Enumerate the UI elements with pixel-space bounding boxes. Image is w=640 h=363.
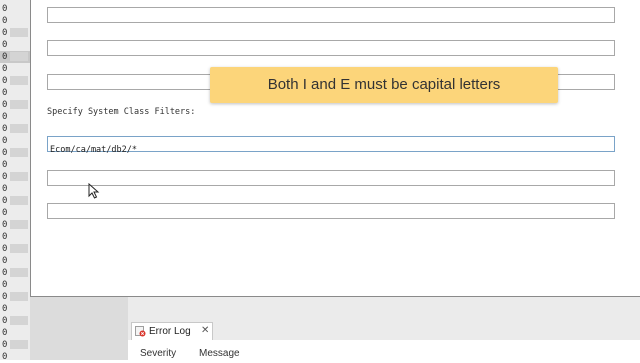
column-header-severity[interactable]: Severity (140, 348, 176, 359)
gutter-digit: 0 (2, 280, 8, 290)
gutter-marker (10, 28, 28, 37)
column-header-message[interactable]: Message (199, 348, 240, 359)
gutter-digit: 0 (2, 208, 8, 218)
system-class-filter-field-1[interactable] (47, 136, 615, 157)
gutter-marker (10, 244, 28, 253)
close-icon[interactable]: ✕ (201, 325, 209, 336)
gutter-marker (10, 340, 28, 349)
system-class-filter-input-1[interactable] (48, 143, 614, 157)
filter-input-1[interactable] (48, 14, 614, 28)
system-class-filter-field-2[interactable] (47, 170, 615, 191)
mouse-cursor-icon (88, 183, 100, 199)
gutter-digit: 0 (2, 4, 8, 14)
gutter-marker (10, 292, 28, 301)
filter-field-1[interactable] (47, 7, 615, 28)
system-class-filter-input-3[interactable] (48, 210, 614, 224)
gutter-digit: 0 (2, 40, 8, 50)
gutter-marker (10, 172, 28, 181)
bottom-left-pane (30, 297, 129, 360)
callout-text: Both I and E must be capital letters (267, 76, 501, 93)
gutter-marker (10, 100, 28, 109)
gutter-digit: 0 (2, 232, 8, 242)
error-log-icon (135, 326, 146, 340)
system-class-filter-field-3[interactable] (47, 203, 615, 224)
gutter-marker (10, 52, 28, 61)
tab-error-log[interactable]: Error Log ✕ (131, 322, 213, 341)
gutter-marker (10, 196, 28, 205)
gutter-digit: 0 (2, 16, 8, 26)
tab-error-log-label: Error Log (149, 326, 191, 337)
gutter-digit: 0 (2, 64, 8, 74)
gutter-digit: 0 (2, 136, 8, 146)
line-number-gutter: 000000000000000000000000000000 (0, 0, 32, 362)
gutter-marker (10, 220, 28, 229)
gutter-digit: 0 (2, 184, 8, 194)
gutter-marker (10, 148, 28, 157)
gutter-digit: 0 (2, 328, 8, 338)
gutter-digit: 0 (2, 112, 8, 122)
gutter-digit: 0 (2, 88, 8, 98)
gutter-marker (10, 268, 28, 277)
annotation-callout: Both I and E must be capital letters (210, 67, 558, 103)
filter-input-2[interactable] (48, 47, 614, 61)
system-class-filters-label: Specify System Class Filters: (47, 107, 196, 117)
gutter-digit: 0 (2, 256, 8, 266)
gutter-digit: 0 (2, 304, 8, 314)
system-class-filter-input-2[interactable] (48, 177, 614, 191)
gutter-marker (10, 76, 28, 85)
gutter-marker (10, 124, 28, 133)
gutter-digit: 0 (2, 352, 8, 362)
gutter-marker (10, 316, 28, 325)
filter-dialog: Specify System Class Filters: (30, 0, 640, 297)
filter-field-2[interactable] (47, 40, 615, 61)
gutter-digit: 0 (2, 160, 8, 170)
